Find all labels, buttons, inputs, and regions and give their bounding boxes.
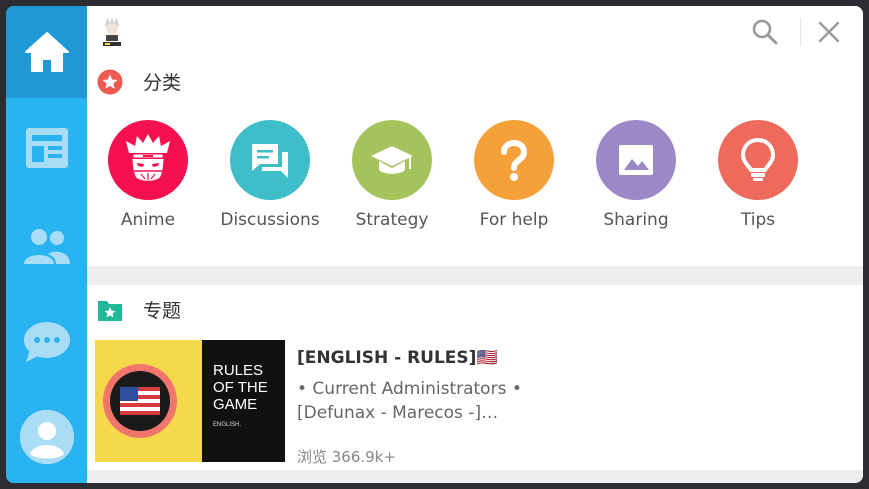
category-anime-label: Anime — [120, 210, 176, 230]
category-sharing[interactable]: Sharing — [581, 120, 691, 230]
post-title[interactable]: [ENGLISH - RULES]🇺🇸 — [297, 348, 498, 368]
post-thumbnail[interactable]: RULES OF THE GAME ENGLISH. — [95, 340, 285, 462]
section-separator — [87, 266, 863, 285]
category-sharing-circle — [596, 120, 676, 200]
us-flag-icon — [120, 387, 160, 415]
search-icon — [752, 19, 778, 45]
profile-icon — [19, 410, 74, 464]
thumbnail-badge-inner — [110, 371, 170, 431]
sidebar — [6, 6, 87, 483]
category-for-help-label: For help — [479, 210, 549, 230]
category-tips-circle — [718, 120, 798, 200]
sidebar-item-profile[interactable] — [6, 391, 87, 483]
anime-avatar-icon — [126, 134, 170, 183]
thumbnail-badge — [103, 364, 177, 438]
category-sharing-label: Sharing — [603, 210, 669, 230]
categories-title: 分类 — [143, 72, 182, 94]
topics-title: 专题 — [143, 300, 182, 322]
image-icon — [619, 145, 653, 175]
category-strategy-label: Strategy — [355, 210, 429, 230]
graduation-cap-icon — [371, 146, 413, 174]
avatar — [19, 410, 74, 464]
sidebar-item-chat[interactable] — [6, 296, 87, 388]
category-strategy[interactable]: Strategy — [337, 120, 447, 230]
category-tips-label: Tips — [740, 210, 776, 230]
home-icon — [24, 32, 69, 72]
feed-icon — [25, 128, 68, 168]
category-anime-circle — [108, 120, 188, 200]
search-button[interactable] — [751, 18, 779, 46]
main-panel: 分类 Anime Discussions Strategy For help S… — [87, 6, 863, 483]
category-discussions-label: Discussions — [220, 210, 320, 230]
folder-star-icon — [98, 300, 122, 321]
category-tips[interactable]: Tips — [703, 120, 813, 230]
question-icon — [501, 140, 528, 181]
chat-icon — [23, 322, 70, 362]
community-logo[interactable] — [101, 16, 123, 48]
thumbnail-heading: RULES OF THE GAME — [213, 362, 268, 413]
post-views: 浏览 366.9k+ — [297, 448, 396, 466]
categories-header: 分类 — [97, 68, 181, 95]
category-strategy-circle — [352, 120, 432, 200]
community-logo-icon — [103, 17, 121, 46]
category-for-help[interactable]: For help — [459, 120, 569, 230]
chat-bubbles-icon — [252, 144, 288, 178]
close-icon — [818, 21, 840, 43]
category-discussions-circle — [230, 120, 310, 200]
sidebar-item-home[interactable] — [6, 6, 87, 98]
category-discussions[interactable]: Discussions — [215, 120, 325, 230]
category-for-help-circle — [474, 120, 554, 200]
category-anime[interactable]: Anime — [93, 120, 203, 230]
bottom-separator — [87, 470, 863, 483]
star-icon — [97, 69, 123, 94]
app-window: 分类 Anime Discussions Strategy For help S… — [6, 6, 863, 483]
close-button[interactable] — [815, 18, 843, 46]
topics-header: 专题 — [97, 296, 181, 323]
featured-post[interactable]: RULES OF THE GAME ENGLISH. [ENGLISH - RU… — [95, 340, 863, 466]
post-excerpt: • Current Administrators • [Defunax - Ma… — [297, 379, 522, 423]
header-divider — [800, 18, 801, 46]
lightbulb-icon — [740, 137, 776, 181]
thumbnail-subtext: ENGLISH. — [213, 422, 242, 428]
sidebar-item-members[interactable] — [6, 200, 87, 292]
sidebar-item-feed[interactable] — [6, 102, 87, 194]
members-icon — [23, 229, 70, 264]
